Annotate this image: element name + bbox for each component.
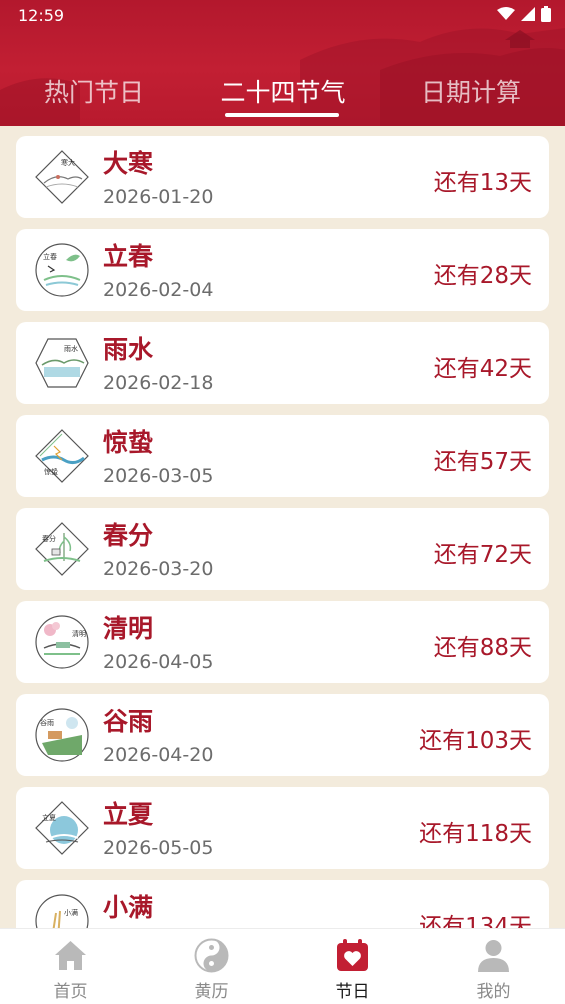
solar-term-list[interactable]: 寒大 大寒 2026-01-20 还有13天 立春 立春 2026-02-04 … [0, 126, 565, 928]
list-item-dahan[interactable]: 寒大 大寒 2026-01-20 还有13天 [16, 136, 549, 218]
guyu-icon: 谷雨 [35, 708, 89, 762]
header: 12:59 热门节日 二十四节气 日期计算 [0, 0, 565, 126]
term-name: 大寒 [103, 149, 154, 178]
tab-date-calculation[interactable]: 日期计算 [396, 70, 546, 120]
nav-label: 节日 [335, 982, 370, 1002]
nav-label: 我的 [476, 982, 511, 1002]
term-date: 2026-01-20 [103, 186, 214, 208]
term-name: 雨水 [103, 335, 154, 364]
yin-yang-icon [194, 938, 229, 973]
yushui-icon: 雨水 [35, 338, 89, 388]
term-countdown: 还有13天 [433, 170, 532, 196]
term-countdown: 还有57天 [433, 449, 532, 475]
term-name: 清明 [103, 614, 154, 643]
nav-home[interactable]: 首页 [0, 929, 141, 1004]
list-item-lichun[interactable]: 立春 立春 2026-02-04 还有28天 [16, 229, 549, 311]
list-item-qingming[interactable]: 清明 清明 2026-04-05 还有88天 [16, 601, 549, 683]
term-date: 2026-04-20 [103, 744, 214, 766]
list-item-yushui[interactable]: 雨水 雨水 2026-02-18 还有42天 [16, 322, 549, 404]
term-name: 谷雨 [103, 707, 154, 736]
term-countdown: 还有72天 [433, 542, 532, 568]
svg-text:惊蛰: 惊蛰 [44, 467, 58, 476]
svg-text:立夏: 立夏 [42, 813, 56, 822]
xiaoman-icon: 小满 [35, 894, 89, 928]
home-icon [55, 941, 86, 970]
term-date: 2026-03-05 [103, 465, 214, 487]
term-countdown: 还有103天 [419, 728, 532, 754]
term-name: 立春 [103, 242, 154, 271]
list-item-lixia[interactable]: 立夏 立夏 2026-05-05 还有118天 [16, 787, 549, 869]
nav-label: 黄历 [194, 982, 229, 1002]
qingming-icon: 清明 [35, 615, 89, 669]
signal-icon [521, 7, 535, 21]
status-bar: 12:59 [0, 0, 565, 32]
term-countdown: 还有88天 [433, 635, 532, 661]
term-name: 小满 [103, 893, 154, 922]
term-countdown: 还有118天 [419, 821, 532, 847]
wifi-icon [497, 7, 515, 20]
nav-festivals[interactable]: 节日 [282, 929, 423, 1004]
dahan-icon: 寒大 [35, 150, 89, 204]
lichun-icon: 立春 [35, 243, 89, 297]
term-countdown: 还有42天 [433, 356, 532, 382]
lixia-icon: 立夏 [35, 801, 89, 855]
svg-text:春分: 春分 [42, 534, 56, 543]
status-time: 12:59 [18, 6, 65, 25]
user-icon [478, 940, 509, 972]
active-tab-indicator [225, 113, 339, 117]
svg-text:谷雨: 谷雨 [40, 718, 54, 727]
battery-icon [541, 6, 551, 22]
svg-text:清明: 清明 [72, 629, 86, 638]
term-date: 2026-04-05 [103, 651, 214, 673]
status-icons [497, 6, 551, 22]
chunfen-icon: 春分 [35, 522, 89, 576]
list-item-xiaoman[interactable]: 小满 小满 还有134天 [16, 880, 549, 928]
list-item-jingzhe[interactable]: 惊蛰 惊蛰 2026-03-05 还有57天 [16, 415, 549, 497]
term-name: 春分 [103, 521, 154, 550]
calendar-heart-icon [337, 939, 368, 971]
list-item-chunfen[interactable]: 春分 春分 2026-03-20 还有72天 [16, 508, 549, 590]
svg-text:小满: 小满 [64, 908, 78, 917]
svg-text:立春: 立春 [43, 252, 57, 261]
term-date: 2026-03-20 [103, 558, 214, 580]
svg-text:雨水: 雨水 [64, 344, 78, 353]
nav-label: 首页 [53, 982, 88, 1002]
term-name: 立夏 [103, 800, 154, 829]
jingzhe-icon: 惊蛰 [35, 429, 89, 483]
nav-profile[interactable]: 我的 [423, 929, 564, 1004]
nav-almanac[interactable]: 黄历 [141, 929, 282, 1004]
term-countdown: 还有134天 [419, 914, 532, 928]
list-item-guyu[interactable]: 谷雨 谷雨 2026-04-20 还有103天 [16, 694, 549, 776]
svg-text:寒大: 寒大 [61, 158, 75, 167]
term-name: 惊蛰 [103, 428, 154, 457]
term-date: 2026-02-18 [103, 372, 214, 394]
tab-popular-festivals[interactable]: 热门节日 [20, 70, 168, 120]
term-date: 2026-02-04 [103, 279, 214, 301]
bottom-navigation: 首页 黄历 节日 我的 [0, 928, 565, 1004]
term-countdown: 还有28天 [433, 263, 532, 289]
term-date: 2026-05-05 [103, 837, 214, 859]
